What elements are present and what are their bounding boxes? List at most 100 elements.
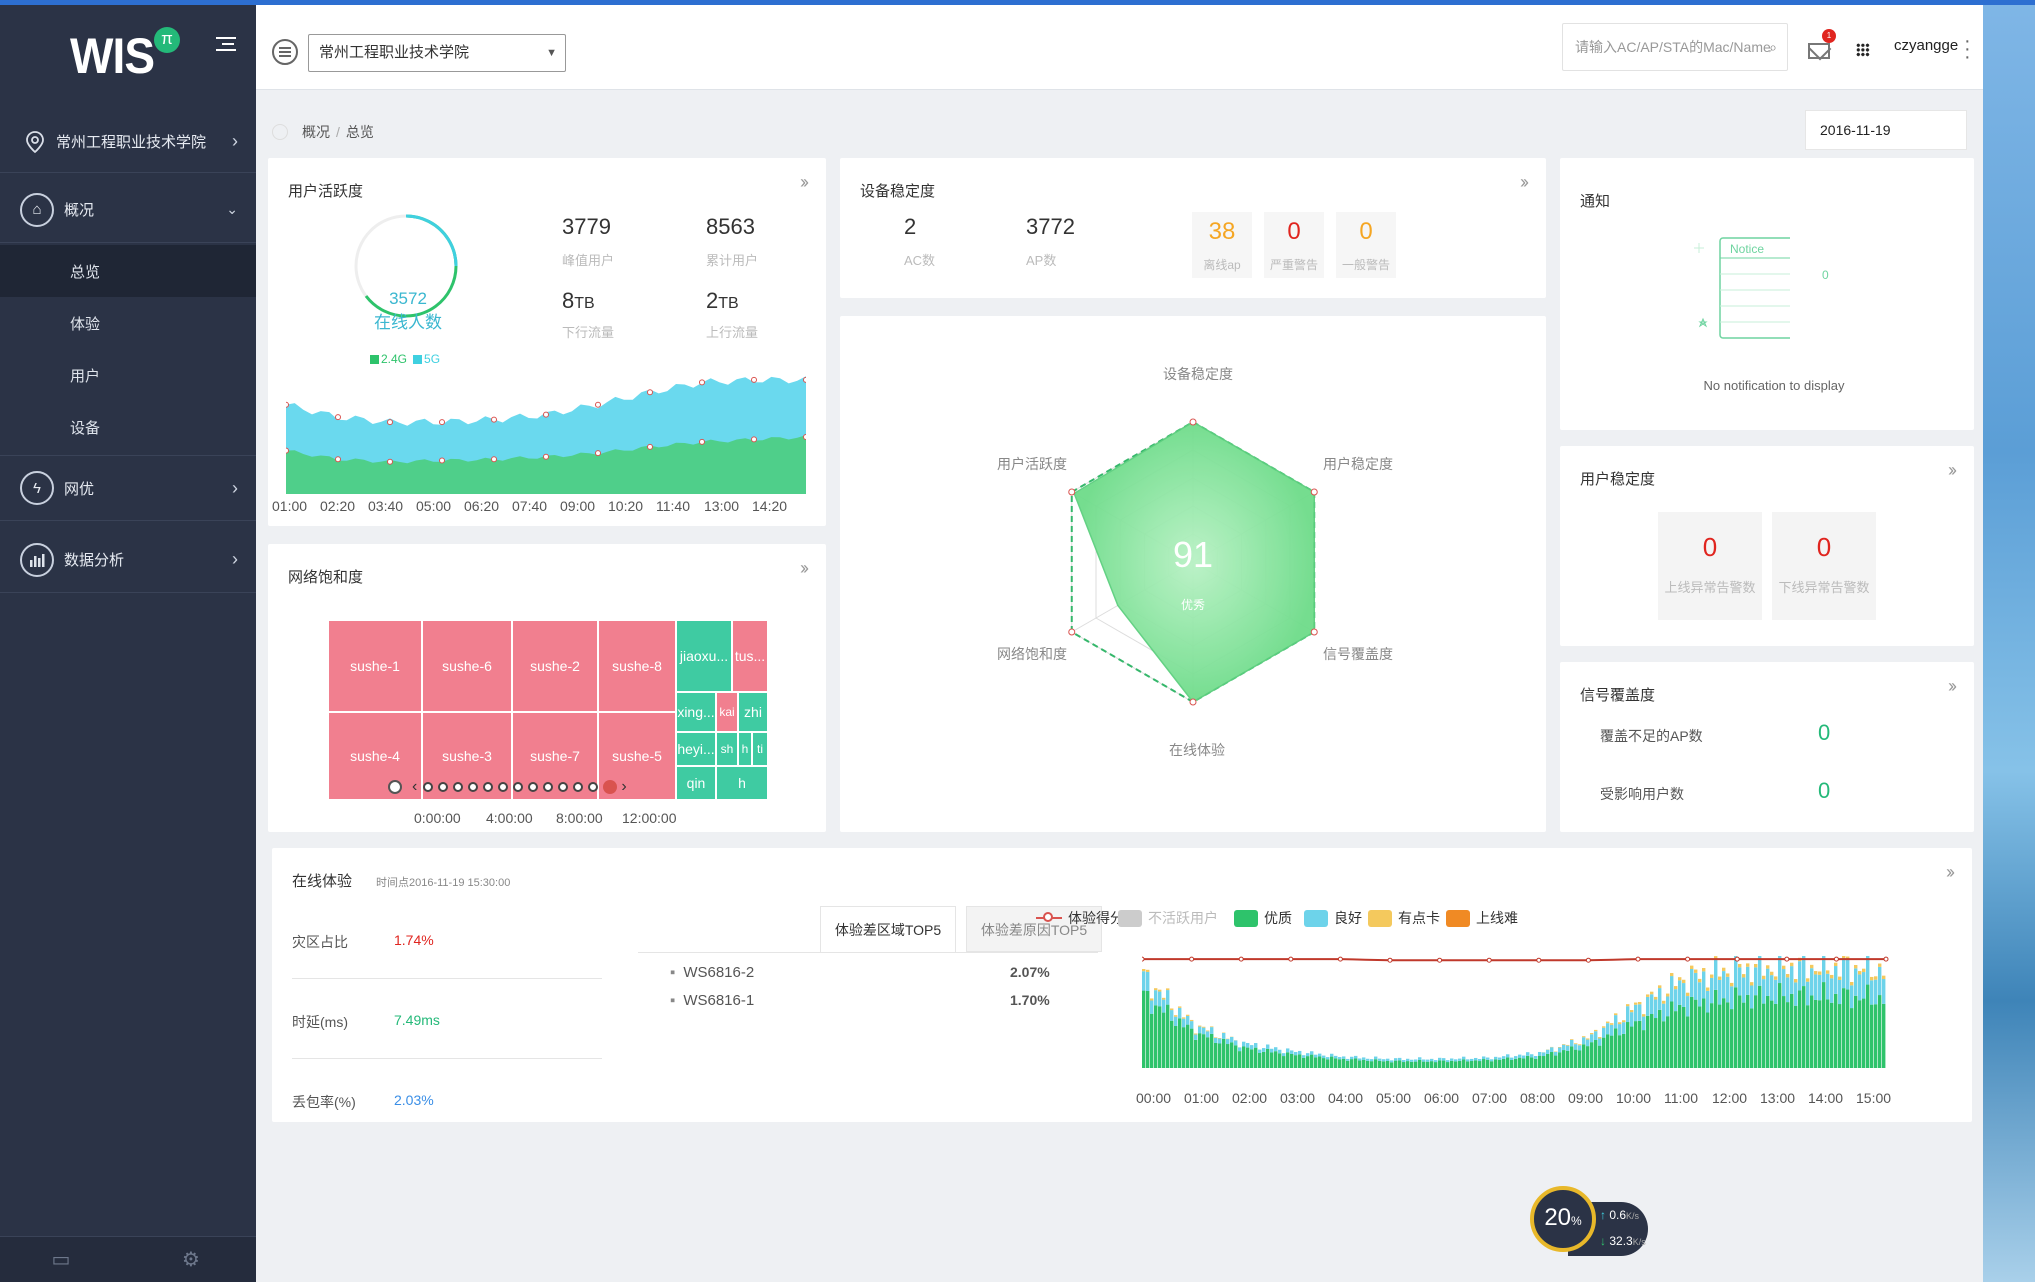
- timeline-dot[interactable]: [513, 782, 524, 792]
- score-point[interactable]: [1883, 956, 1889, 962]
- score-point[interactable]: [1387, 957, 1393, 963]
- data-point[interactable]: [595, 401, 601, 408]
- sidebar-school-selector[interactable]: 常州工程职业技术学院 ›: [0, 111, 256, 173]
- score-point[interactable]: [1784, 956, 1790, 962]
- treemap-cell[interactable]: sushe-6: [422, 620, 512, 712]
- legend-item[interactable]: 有点卡: [1368, 908, 1440, 928]
- treemap-cell[interactable]: sh: [716, 732, 738, 766]
- timeline-dot[interactable]: [498, 782, 509, 792]
- treemap-cell[interactable]: sushe-8: [598, 620, 676, 712]
- legend-item[interactable]: 上线难: [1446, 908, 1518, 928]
- timeline-current-dot[interactable]: [603, 780, 618, 794]
- timeline-slider[interactable]: ‹ ›: [388, 776, 718, 798]
- radar-vertex[interactable]: [1189, 698, 1197, 706]
- menu-icon[interactable]: [272, 39, 298, 65]
- monitor-icon[interactable]: ▭: [50, 1249, 72, 1271]
- gear-icon[interactable]: ⚙: [180, 1249, 202, 1271]
- data-point[interactable]: [699, 438, 705, 445]
- sidebar-item-users[interactable]: 用户: [0, 349, 256, 401]
- timeline-dot[interactable]: [588, 782, 599, 792]
- sidebar-item-overview[interactable]: 总览: [0, 245, 256, 297]
- play-icon[interactable]: [388, 780, 402, 794]
- treemap-cell[interactable]: zhi: [738, 692, 768, 732]
- breadcrumb-root[interactable]: 概况: [302, 122, 330, 142]
- prev-icon[interactable]: ‹: [412, 778, 417, 796]
- username[interactable]: czyangge: [1894, 37, 1958, 54]
- expand-icon[interactable]: ››: [1948, 676, 1957, 697]
- radar-vertex[interactable]: [1310, 488, 1318, 496]
- sidebar-item-experience[interactable]: 体验: [0, 297, 256, 349]
- score-point[interactable]: [1189, 956, 1195, 962]
- data-point[interactable]: [335, 414, 341, 421]
- timeline-dot[interactable]: [438, 782, 449, 792]
- sidebar-group-analysis[interactable]: 数据分析 ›: [0, 527, 256, 593]
- offline-ap-box[interactable]: 38 离线ap: [1192, 212, 1252, 278]
- online-anomaly-box[interactable]: 0 上线异常告警数: [1658, 512, 1762, 620]
- radar-vertex[interactable]: [1068, 488, 1076, 496]
- timeline-dot[interactable]: [483, 782, 494, 792]
- search-input[interactable]: 请输入AC/AP/STA的Mac/Name ⌕: [1562, 23, 1788, 71]
- data-point[interactable]: [439, 419, 445, 426]
- score-point[interactable]: [1337, 956, 1343, 962]
- data-point[interactable]: [751, 436, 757, 443]
- sidebar-item-devices[interactable]: 设备: [0, 401, 256, 453]
- treemap-cell[interactable]: h: [716, 766, 768, 800]
- offline-anomaly-box[interactable]: 0 下线异常告警数: [1772, 512, 1876, 620]
- treemap-cell[interactable]: sushe-1: [328, 620, 422, 712]
- data-point[interactable]: [803, 434, 807, 440]
- data-point[interactable]: [595, 450, 601, 457]
- score-point[interactable]: [1486, 957, 1492, 963]
- data-point[interactable]: [647, 389, 653, 396]
- sidebar-group-overview[interactable]: ⌂ 概况 ⌄: [0, 177, 256, 243]
- timeline-dot[interactable]: [573, 782, 584, 792]
- radar-vertex[interactable]: [1189, 418, 1197, 426]
- data-point[interactable]: [491, 456, 497, 463]
- radar-vertex[interactable]: [1068, 628, 1076, 636]
- data-point[interactable]: [699, 379, 705, 386]
- score-point[interactable]: [1142, 956, 1145, 962]
- apps-grid-icon[interactable]: [1856, 43, 1870, 57]
- legend-item[interactable]: 体验得分: [1036, 908, 1124, 928]
- next-icon[interactable]: ›: [621, 778, 626, 796]
- data-point[interactable]: [286, 447, 289, 454]
- score-point[interactable]: [1238, 956, 1244, 962]
- expand-icon[interactable]: ››: [800, 558, 809, 579]
- school-select[interactable]: 常州工程职业技术学院 ▼: [308, 34, 566, 72]
- data-point[interactable]: [286, 401, 289, 408]
- timeline-dot[interactable]: [423, 782, 434, 792]
- score-point[interactable]: [1536, 957, 1542, 963]
- expand-icon[interactable]: ››: [1948, 460, 1957, 481]
- data-point[interactable]: [647, 443, 653, 450]
- treemap-cell[interactable]: ti: [752, 732, 768, 766]
- score-point[interactable]: [1437, 957, 1443, 963]
- data-point[interactable]: [803, 376, 807, 383]
- data-point[interactable]: [387, 419, 393, 426]
- date-picker[interactable]: 2016-11-19: [1805, 110, 1967, 150]
- legend-item[interactable]: 不活跃用户: [1118, 908, 1218, 928]
- treemap-cell[interactable]: tus...: [732, 620, 768, 692]
- critical-warning-box[interactable]: 0 严重警告: [1264, 212, 1324, 278]
- timeline-dot[interactable]: [528, 782, 539, 792]
- score-point[interactable]: [1734, 956, 1740, 962]
- treemap-cell[interactable]: kai: [716, 692, 738, 732]
- tab-region-top5[interactable]: 体验差区域TOP5: [820, 906, 956, 952]
- more-vertical-icon[interactable]: · · ·: [1964, 31, 1971, 67]
- treemap-cell[interactable]: jiaoxu...: [676, 620, 732, 692]
- timeline-dot[interactable]: [468, 782, 479, 792]
- data-point[interactable]: [751, 376, 757, 383]
- data-point[interactable]: [387, 458, 393, 465]
- network-speed-widget[interactable]: 20% ↑ 0.6K/s ↓ 32.3K/s: [1530, 1180, 1660, 1270]
- data-point[interactable]: [439, 457, 445, 464]
- sidebar-group-optimization[interactable]: ϟ 网优 ›: [0, 455, 256, 521]
- score-point[interactable]: [1585, 957, 1591, 963]
- treemap-cell[interactable]: heyi...: [676, 732, 716, 766]
- expand-icon[interactable]: ››: [800, 172, 809, 193]
- legend-item[interactable]: 优质: [1234, 908, 1292, 928]
- score-point[interactable]: [1833, 956, 1839, 962]
- score-point[interactable]: [1635, 956, 1641, 962]
- score-point[interactable]: [1288, 956, 1294, 962]
- treemap-cell[interactable]: h: [738, 732, 752, 766]
- mail-icon[interactable]: [1808, 43, 1830, 59]
- collapse-sidebar-button[interactable]: [216, 33, 236, 55]
- expand-icon[interactable]: ››: [1520, 172, 1529, 193]
